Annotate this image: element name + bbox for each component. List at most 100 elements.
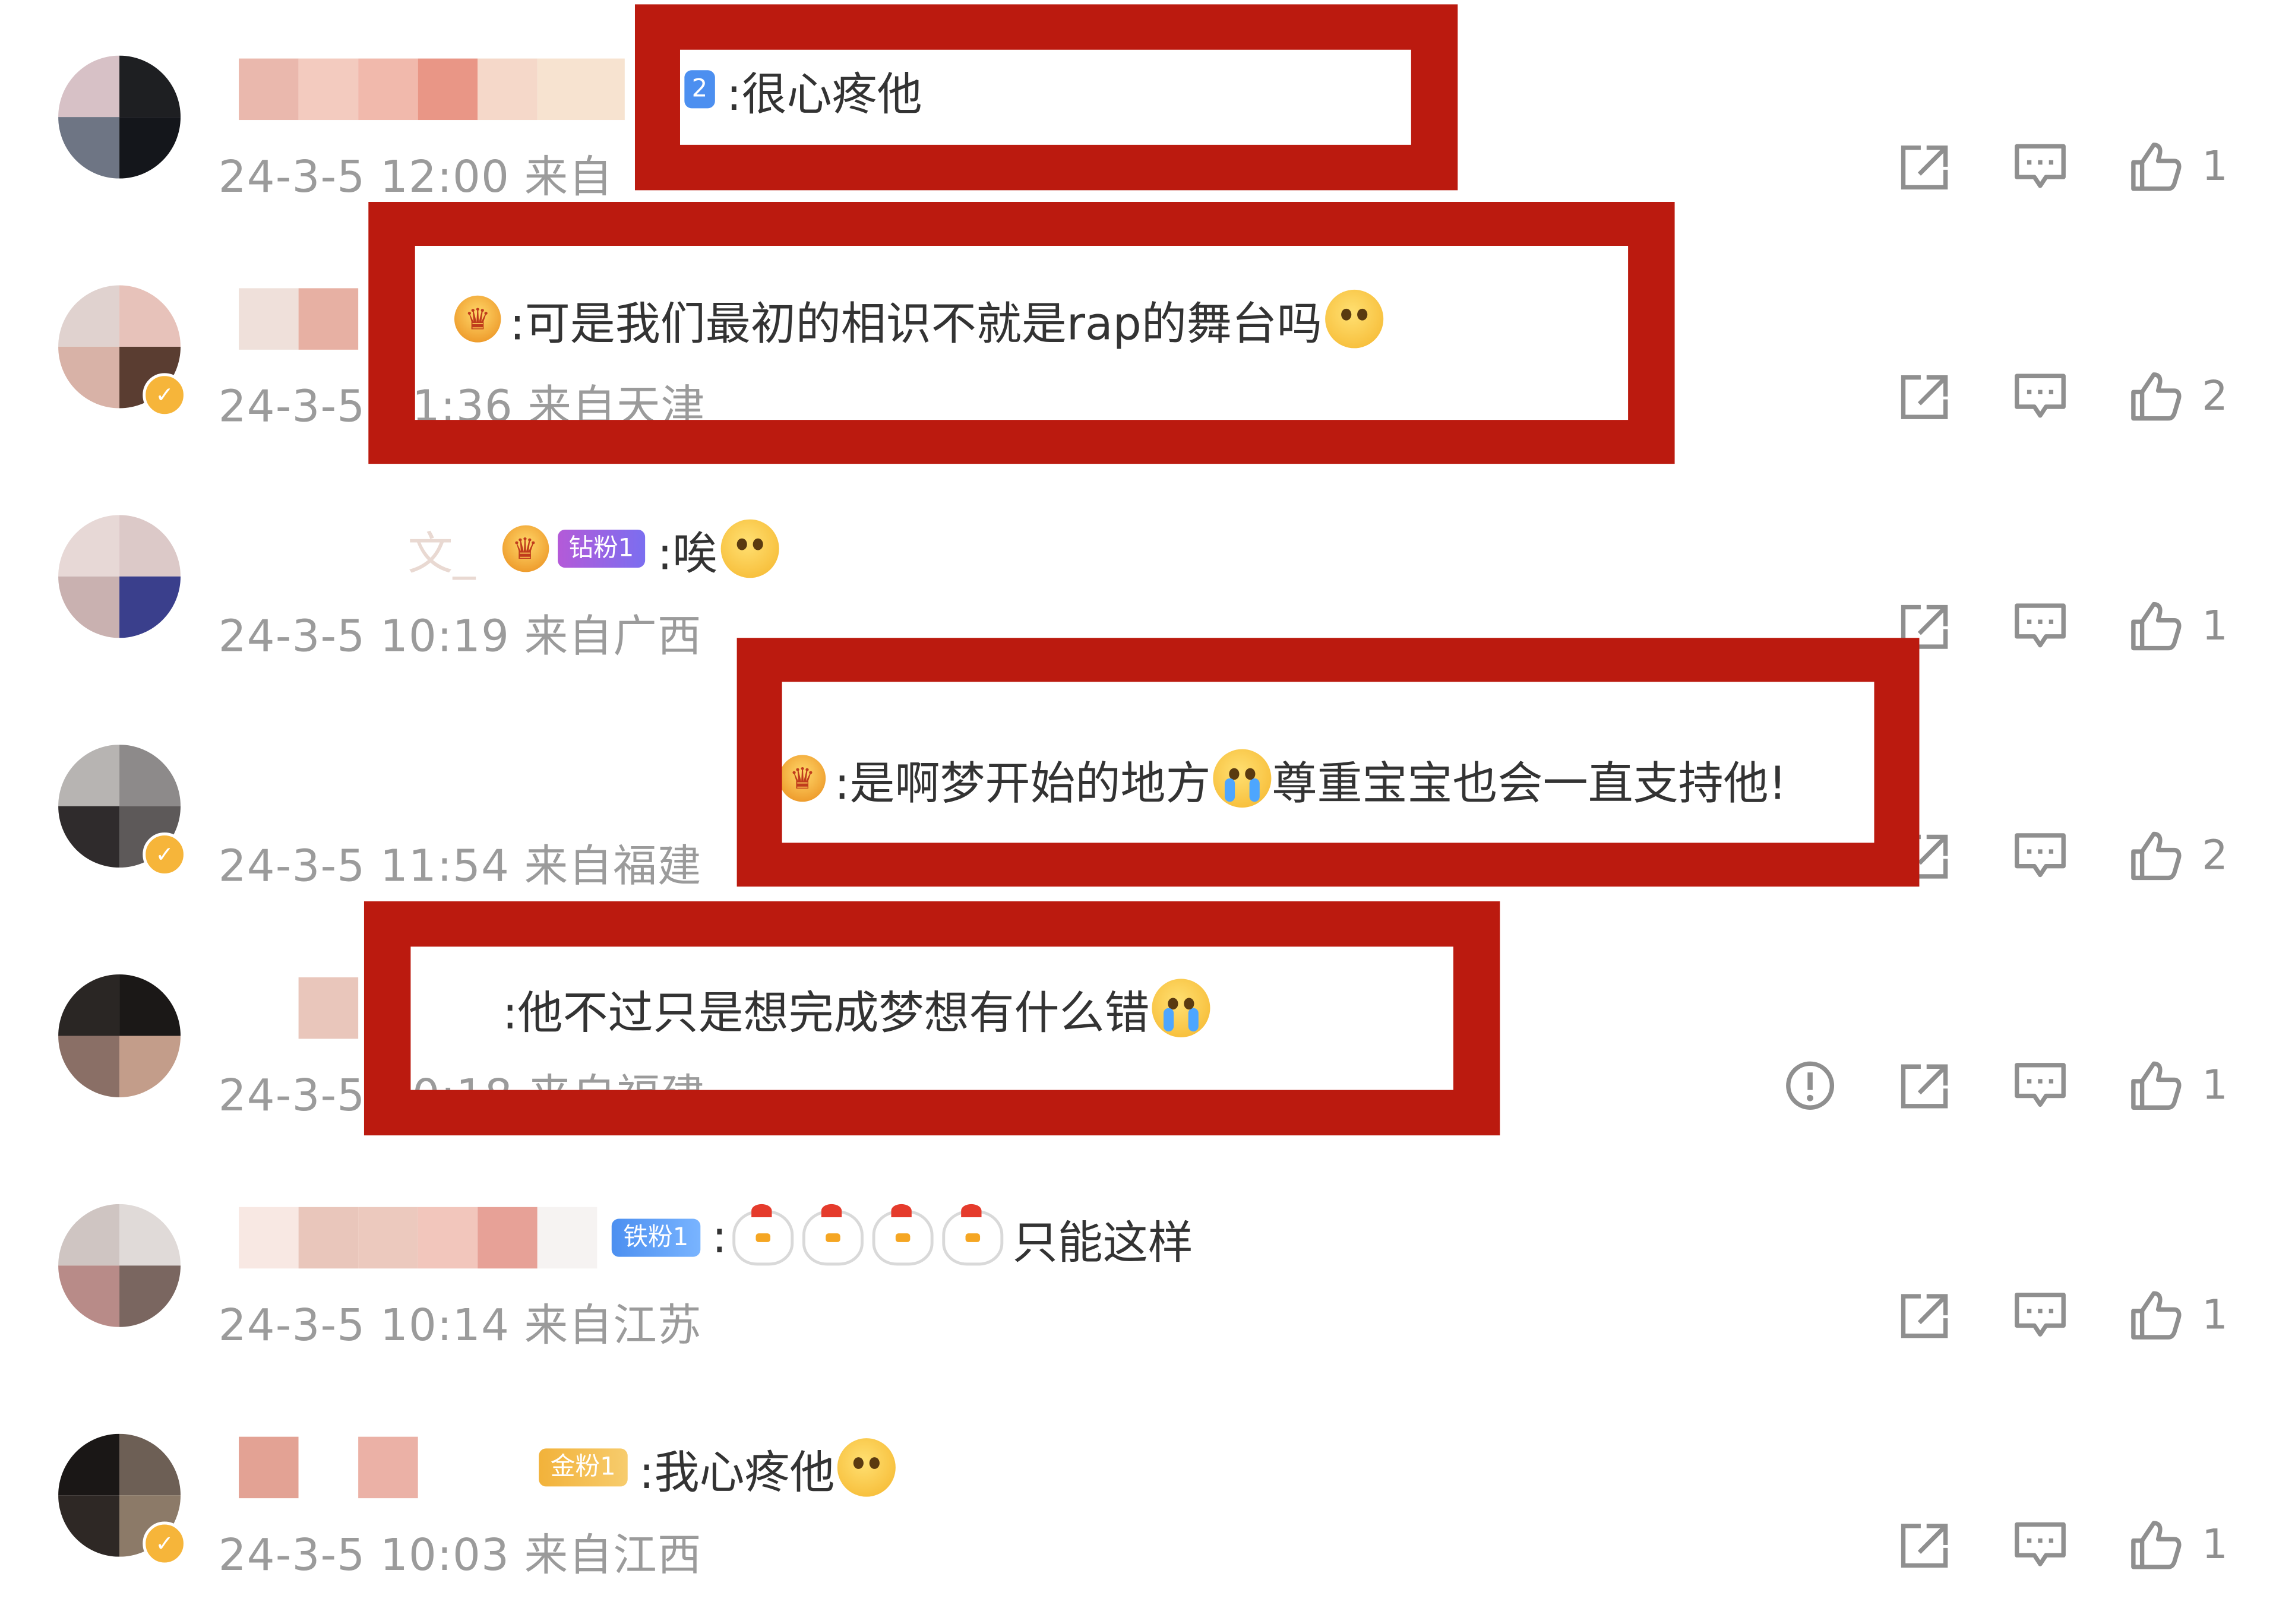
reply-icon	[2015, 1522, 2066, 1566]
fan-badge: 金粉1	[539, 1448, 628, 1487]
share-icon	[1901, 375, 1948, 419]
share-button[interactable]	[1896, 1289, 1954, 1342]
like-count: 1	[2202, 601, 2228, 650]
reply-button[interactable]	[2011, 1289, 2069, 1342]
timestamp: 24-3-5 11:54	[218, 841, 510, 893]
reply-button[interactable]	[2011, 830, 2069, 882]
reply-button[interactable]	[2011, 370, 2069, 423]
chicken-emoji-icon	[732, 1204, 794, 1266]
username-blurred[interactable]	[298, 977, 359, 1039]
comment-meta: 24-3-5 10:14 来自江苏	[219, 1289, 702, 1353]
username-blurred[interactable]	[239, 1436, 418, 1499]
annotation-box	[634, 4, 1458, 191]
like-count: 1	[2202, 142, 2228, 191]
like-count: 2	[2202, 371, 2228, 420]
username-blurred[interactable]	[239, 58, 625, 121]
like-count: 1	[2202, 1520, 2228, 1569]
like-icon	[2131, 1521, 2182, 1569]
like-button[interactable]	[2126, 1059, 2185, 1112]
chicken-emoji-icon	[943, 1204, 1004, 1266]
reply-button[interactable]	[2011, 600, 2069, 653]
share-button[interactable]	[1896, 141, 1954, 194]
comment-meta: 24-3-5 10:03 来自江西	[219, 1519, 702, 1583]
location: 来自广西	[524, 611, 702, 663]
comment-body: 文_ ♛ 钻粉1 :唉	[408, 516, 779, 582]
share-button[interactable]	[1896, 370, 1954, 423]
comment-meta: 24-3-5 12:00 来自	[219, 141, 613, 205]
like-button[interactable]	[2126, 1519, 2185, 1572]
like-icon	[2131, 1291, 2182, 1340]
timestamp: 24-3-5	[218, 1071, 366, 1122]
share-icon	[1901, 145, 1948, 190]
like-button[interactable]	[2126, 600, 2185, 653]
avatar[interactable]	[58, 55, 181, 179]
share-icon	[1901, 1294, 1948, 1338]
annotation-box	[368, 202, 1675, 464]
location: 来自福建	[524, 841, 702, 893]
reply-icon	[2015, 373, 2066, 418]
comment-meta: 24-3-5 10:19 来自广西	[219, 600, 702, 664]
reply-icon	[2015, 144, 2066, 188]
reply-icon	[2015, 1063, 2066, 1107]
fan-badge: 钻粉1	[557, 529, 646, 568]
comment-text: 只能这样	[1012, 1216, 1193, 1270]
comment-body: 金粉1 :我心疼他	[539, 1437, 896, 1499]
like-button[interactable]	[2126, 830, 2185, 882]
share-button[interactable]	[1896, 1059, 1954, 1112]
pleading-face-icon	[837, 1438, 896, 1497]
comment-meta: 24-3-5 11:54 来自福建	[219, 830, 702, 894]
reply-icon	[2015, 833, 2066, 878]
comment-body: 铁粉1 : 只能这样	[611, 1204, 1193, 1270]
verified-badge-icon: ✓	[143, 832, 186, 876]
like-icon	[2131, 1061, 2182, 1110]
annotation-box	[736, 638, 1920, 887]
report-button[interactable]	[1781, 1059, 1839, 1112]
like-button[interactable]	[2126, 370, 2185, 423]
comment-prefix: :	[712, 1211, 728, 1264]
timestamp: 24-3-5 10:19	[218, 611, 510, 663]
comment-text: :唉	[657, 527, 718, 580]
avatar[interactable]	[58, 1204, 181, 1327]
avatar[interactable]	[58, 974, 181, 1097]
share-icon	[1901, 1524, 1948, 1568]
like-icon	[2131, 602, 2182, 651]
share-icon	[1901, 1064, 1948, 1109]
username-fragment[interactable]: 文_	[408, 516, 476, 582]
like-icon	[2131, 143, 2182, 191]
crown-badge-icon: ♛	[501, 525, 549, 572]
like-icon	[2131, 372, 2182, 421]
comment-item: ✓ 金粉1 :我心疼他 24-3-5 10:03 来自江西 1	[0, 1378, 2276, 1608]
timestamp: 24-3-5 10:03	[218, 1530, 510, 1582]
reply-button[interactable]	[2011, 1059, 2069, 1112]
reply-icon	[2015, 603, 2066, 648]
location: 来自江苏	[524, 1300, 702, 1352]
timestamp: 24-3-5 10:14	[218, 1300, 510, 1352]
username-blurred[interactable]	[239, 1207, 598, 1269]
like-button[interactable]	[2126, 141, 2185, 194]
reply-button[interactable]	[2011, 141, 2069, 194]
comment-item: 铁粉1 : 只能这样 24-3-5 10:14 来自江苏 1	[0, 1148, 2276, 1378]
comment-list: 2 :很心疼他 24-3-5 12:00 来自 1 ✓ ♛ :可是我们最初的相识不…	[0, 0, 2276, 1624]
reply-icon	[2015, 1292, 2066, 1337]
chicken-emoji-icon	[873, 1204, 934, 1266]
location: 来自江西	[524, 1530, 702, 1582]
location: 来自	[524, 152, 614, 204]
alert-circle-icon	[1786, 1061, 1835, 1110]
fan-badge: 铁粉1	[611, 1218, 700, 1257]
share-button[interactable]	[1896, 1519, 1954, 1572]
like-count: 2	[2202, 831, 2228, 879]
verified-badge-icon: ✓	[143, 1521, 186, 1566]
avatar[interactable]	[58, 515, 181, 638]
like-icon	[2131, 831, 2182, 881]
like-count: 1	[2202, 1060, 2228, 1109]
timestamp: 24-3-5	[218, 382, 366, 433]
sigh-face-icon	[720, 519, 779, 578]
annotation-box	[363, 901, 1500, 1136]
reply-button[interactable]	[2011, 1519, 2069, 1572]
like-button[interactable]	[2126, 1289, 2185, 1342]
comment-text: :我心疼他	[638, 1446, 835, 1499]
verified-badge-icon: ✓	[143, 373, 186, 417]
like-count: 1	[2202, 1290, 2228, 1339]
timestamp: 24-3-5 12:00	[218, 152, 510, 204]
username-blurred[interactable]	[239, 288, 359, 350]
